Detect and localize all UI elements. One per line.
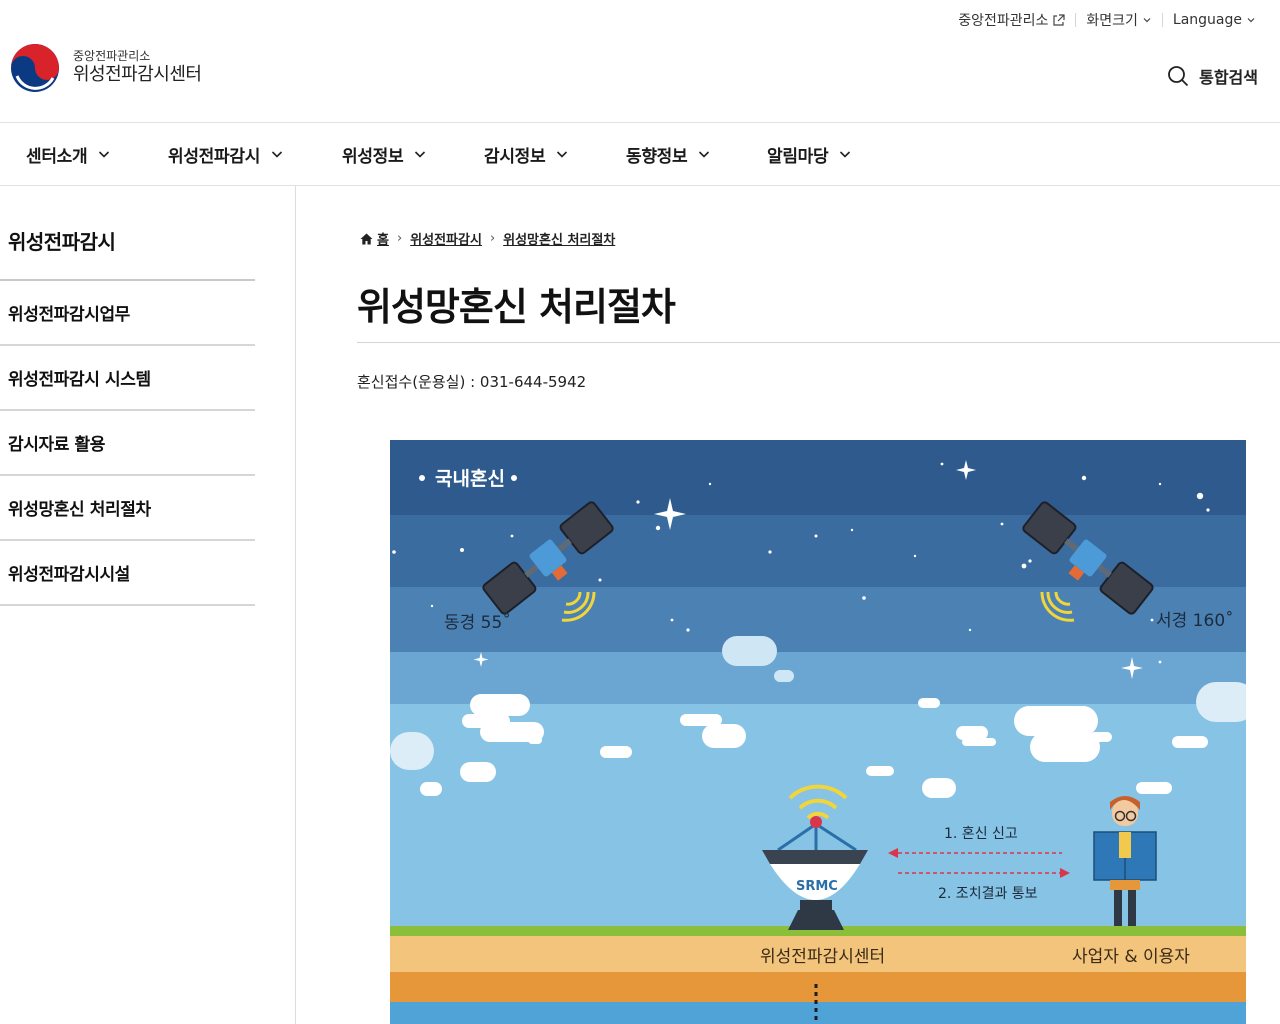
sidebar-menu: 위성전파감시업무 위성전파감시 시스템 감시자료 활용 위성망혼신 처리절차 위…	[0, 281, 255, 606]
breadcrumb-level1[interactable]: 위성전파감시	[410, 229, 482, 248]
sidebar-item-interference-procedure[interactable]: 위성망혼신 처리절차	[0, 476, 255, 541]
gnb-item-label: 동향정보	[626, 146, 688, 167]
gnb-item-label: 위성전파감시	[168, 146, 261, 167]
step1-label: 1. 혼신 신고	[944, 826, 1018, 842]
gnb-item-satellite-info[interactable]: 위성정보	[342, 123, 427, 185]
contact-phone: 혼신접수(운용실) : 031-644-5942	[357, 373, 587, 391]
logo-org-name: 중앙전파관리소	[73, 49, 151, 63]
breadcrumb-level2[interactable]: 위성망혼신 처리절차	[503, 229, 615, 248]
language-dropdown[interactable]: Language	[1163, 12, 1266, 28]
sidebar-item-facilities[interactable]: 위성전파감시시설	[0, 541, 255, 606]
gnb-item-watch-info[interactable]: 감시정보	[484, 123, 569, 185]
chevron-down-icon	[557, 151, 568, 158]
breadcrumb-separator-icon: ›	[396, 231, 403, 246]
west-longitude-label: 서경 160˚	[1156, 610, 1234, 631]
gnb-item-label: 감시정보	[484, 146, 546, 167]
taegeuk-emblem-icon	[11, 44, 59, 92]
sidebar-item-monitoring-work[interactable]: 위성전파감시업무	[0, 281, 255, 346]
breadcrumb-home[interactable]: 홈	[360, 229, 389, 248]
gnb-item-label: 센터소개	[26, 146, 88, 167]
gnb-item-center[interactable]: 센터소개	[26, 123, 111, 185]
chevron-down-icon	[840, 151, 851, 158]
gnb-item-label: 알림마당	[767, 146, 829, 167]
step2-label: 2. 조치결과 통보	[938, 886, 1038, 902]
chevron-down-icon	[271, 151, 283, 158]
gnb-item-trends[interactable]: 동향정보	[626, 123, 711, 185]
utility-link-label: 중앙전파관리소	[958, 13, 1049, 29]
title-divider	[357, 342, 1280, 343]
logo-site-name: 위성전파감시센터	[73, 64, 202, 85]
gnb-item-monitoring[interactable]: 위성전파감시	[168, 123, 284, 185]
font-size-dropdown[interactable]: 화면크기	[1076, 10, 1162, 30]
breadcrumb: 홈 › 위성전파감시 › 위성망혼신 처리절차	[360, 229, 615, 248]
breadcrumb-separator-icon: ›	[489, 231, 496, 246]
center-caption: 위성전파감시센터	[760, 947, 885, 967]
interference-procedure-illustration: 국내혼신 동경 55˚ 서경 160˚ SRMC 1. 혼신 신고 2. 조치결…	[390, 440, 1246, 1024]
chevron-down-icon	[1143, 18, 1151, 23]
breadcrumb-home-link[interactable]: 홈	[377, 229, 389, 248]
antenna-logo-text: SRMC	[796, 879, 838, 894]
external-link-icon	[1053, 13, 1065, 26]
sidebar-item-monitoring-system[interactable]: 위성전파감시 시스템	[0, 346, 255, 411]
global-navigation: 센터소개 위성전파감시 위성정보 감시정보 동향정보 알림마당	[0, 122, 1280, 186]
illustration-section-label: 국내혼신	[435, 467, 505, 490]
operator-caption: 사업자 & 이용자	[1072, 947, 1190, 967]
chevron-down-icon	[699, 151, 710, 158]
font-size-label: 화면크기	[1086, 13, 1138, 29]
language-label: Language	[1172, 12, 1242, 28]
sidebar-divider	[295, 186, 296, 1024]
site-logo[interactable]: 중앙전파관리소 위성전파감시센터	[9, 42, 202, 94]
chevron-down-icon	[99, 151, 110, 158]
search-icon	[1168, 66, 1189, 87]
sidebar-item-data-usage[interactable]: 감시자료 활용	[0, 411, 255, 476]
utility-link-krmc[interactable]: 중앙전파관리소	[948, 10, 1075, 30]
chevron-down-icon	[415, 151, 426, 158]
sidebar-title: 위성전파감시	[8, 230, 116, 254]
search-label: 통합검색	[1199, 68, 1258, 87]
page-title: 위성망혼신 처리절차	[357, 285, 676, 329]
utility-bar: 중앙전파관리소 화면크기 Language	[948, 10, 1266, 30]
home-icon	[360, 233, 373, 244]
gnb-item-notice[interactable]: 알림마당	[767, 123, 852, 185]
illustration-canvas: 국내혼신 동경 55˚ 서경 160˚ SRMC 1. 혼신 신고 2. 조치결…	[390, 440, 1246, 1024]
integrated-search-button[interactable]: 통합검색	[1167, 64, 1258, 88]
gnb-item-label: 위성정보	[342, 146, 404, 167]
east-longitude-label: 동경 55˚	[444, 612, 511, 633]
chevron-down-icon	[1247, 18, 1255, 23]
